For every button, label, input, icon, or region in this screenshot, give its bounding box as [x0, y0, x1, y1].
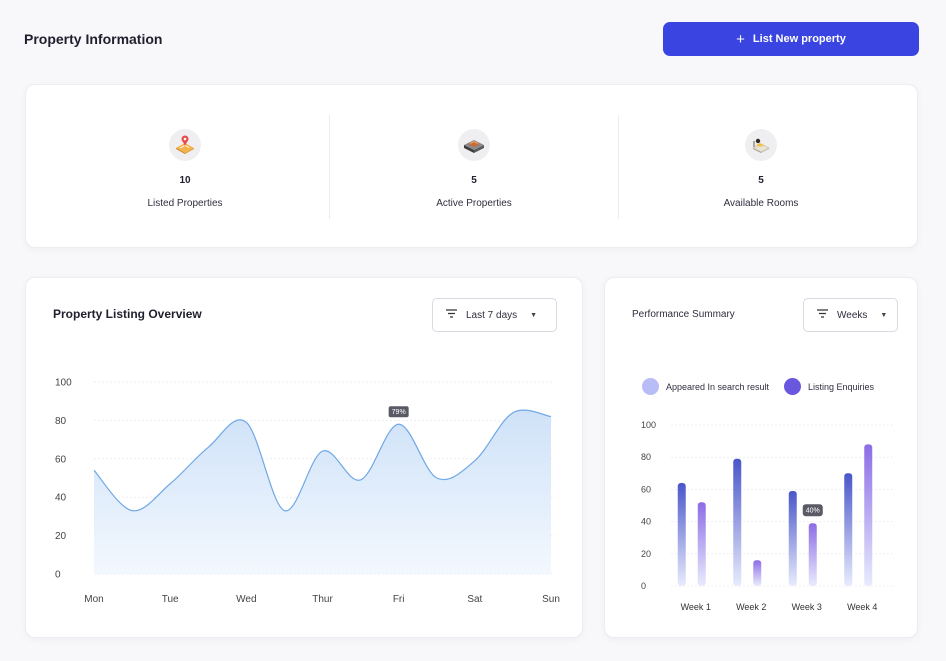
stat-value: 5 — [758, 175, 764, 186]
x-tick-label: Thur — [312, 594, 333, 605]
x-tick-label: Sat — [467, 594, 482, 605]
plus-icon: + — [736, 30, 745, 48]
x-tick-label: Week 2 — [736, 602, 766, 612]
stat-listed-properties: 10 Listed Properties — [40, 85, 330, 249]
property-stats-card: 10 Listed Properties 5 Active Properties — [25, 84, 918, 248]
x-tick-label: Week 4 — [847, 602, 877, 612]
x-tick-label: Mon — [84, 594, 103, 605]
performance-bar-chart: 0 20 40 60 80 100 Week 1 Week 2 Week 3 Week 4 40% — [641, 420, 893, 612]
tooltip-label: 79% — [392, 409, 406, 416]
page-title: Property Information — [24, 31, 163, 47]
y-tick-label: 100 — [55, 378, 72, 389]
list-new-property-button[interactable]: + List New property — [663, 22, 919, 56]
stat-available-rooms: 5 Available Rooms — [616, 85, 906, 249]
y-tick-label: 40 — [641, 517, 651, 527]
listing-overview-chart: 0 20 40 60 80 100 Mon Tue Wed Thur Fri Sat Sun 79% — [55, 378, 560, 606]
bar — [733, 458, 742, 586]
y-tick-label: 0 — [641, 581, 646, 591]
list-new-property-label: List New property — [752, 33, 846, 45]
bar — [788, 491, 797, 586]
y-tick-label: 20 — [641, 549, 651, 559]
bed-room-icon — [745, 129, 777, 161]
chart-tooltip: 40% — [802, 504, 823, 517]
performance-summary-card: Performance Summary Weeks ▼ Appeared In … — [604, 277, 918, 638]
chart-tooltip: 79% — [388, 406, 409, 418]
stat-label: Listed Properties — [147, 198, 223, 209]
x-tick-label: Week 3 — [792, 602, 822, 612]
tooltip-label: 40% — [806, 508, 820, 515]
y-tick-label: 60 — [641, 484, 651, 494]
x-tick-label: Sun — [542, 594, 560, 605]
area-fill — [94, 410, 551, 574]
y-tick-label: 80 — [641, 452, 651, 462]
x-tick-label: Tue — [162, 594, 179, 605]
property-listing-overview-card: Property Listing Overview Last 7 days ▼ … — [25, 277, 583, 638]
y-tick-label: 60 — [55, 454, 67, 465]
y-tick-label: 20 — [55, 531, 67, 542]
map-pin-property-icon — [169, 129, 201, 161]
bar — [808, 523, 817, 586]
sofa-property-icon — [458, 129, 490, 161]
stat-value: 10 — [179, 175, 191, 186]
y-tick-label: 0 — [55, 570, 61, 581]
bar — [864, 444, 873, 586]
bar — [753, 560, 762, 586]
bar — [844, 473, 853, 586]
x-tick-label: Week 1 — [681, 602, 711, 612]
stat-label: Active Properties — [436, 198, 512, 209]
y-tick-label: 40 — [55, 493, 67, 504]
stat-active-properties: 5 Active Properties — [329, 85, 619, 249]
stat-value: 5 — [471, 175, 477, 186]
y-tick-label: 80 — [55, 416, 67, 427]
x-tick-label: Wed — [236, 594, 256, 605]
bar — [697, 502, 706, 586]
stat-label: Available Rooms — [723, 198, 799, 209]
y-tick-label: 100 — [641, 420, 656, 430]
bar — [677, 482, 686, 586]
x-tick-label: Fri — [393, 594, 405, 605]
